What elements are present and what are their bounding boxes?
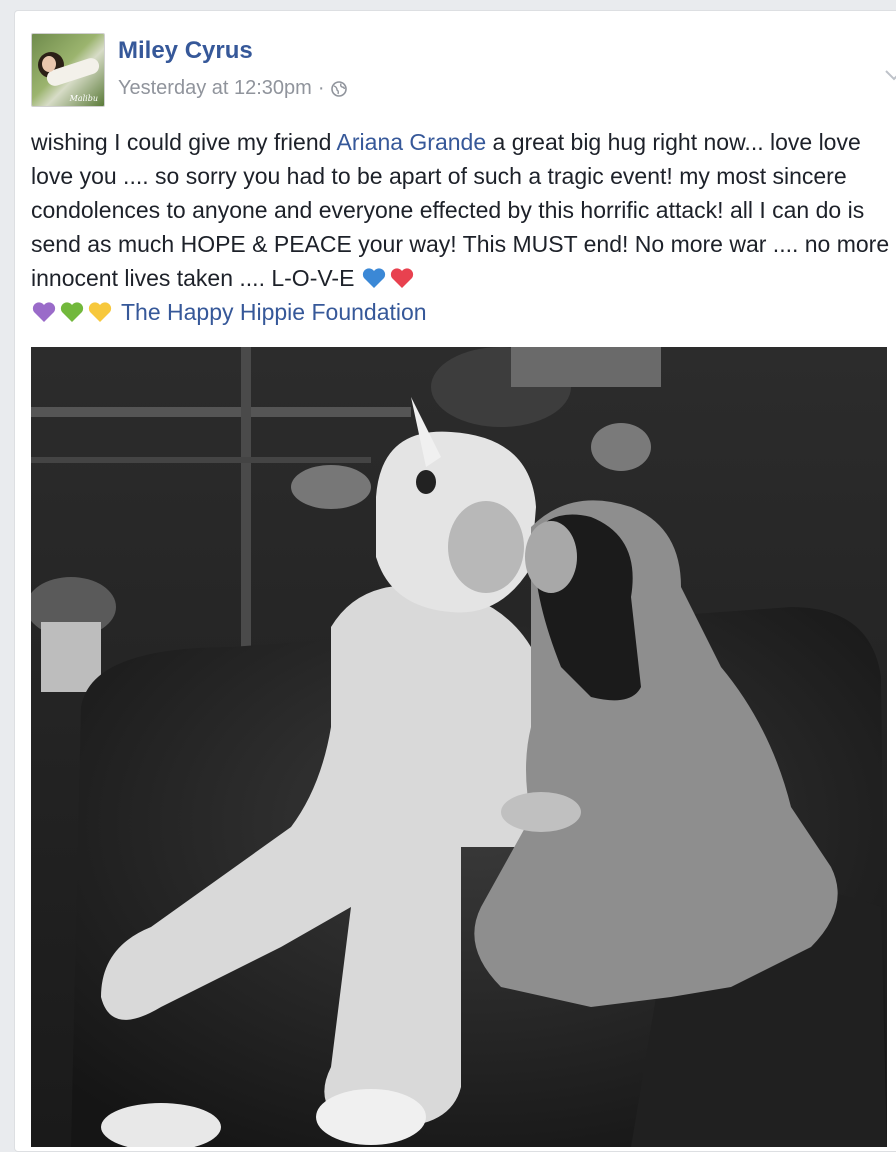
globe-icon[interactable]	[330, 80, 347, 97]
red-heart-icon	[390, 268, 413, 288]
chevron-down-icon[interactable]	[885, 69, 896, 81]
green-heart-icon	[60, 302, 84, 322]
avatar-face	[42, 56, 56, 72]
blue-heart-icon	[362, 268, 385, 288]
avatar[interactable]: Malibu	[31, 33, 105, 107]
yellow-heart-icon	[88, 302, 112, 322]
author-name[interactable]: Miley Cyrus	[118, 37, 253, 65]
post-text-part1: wishing I could give my friend	[31, 129, 337, 155]
photo-illustration	[31, 347, 887, 1147]
post-photo[interactable]	[31, 347, 887, 1147]
post-card: Malibu Miley Cyrus Yesterday at 12:30pm …	[14, 10, 896, 1152]
avatar-signature: Malibu	[69, 94, 98, 103]
mention-link[interactable]: Ariana Grande	[337, 129, 487, 155]
post-text: wishing I could give my friend Ariana Gr…	[31, 125, 896, 329]
post-header: Malibu Miley Cyrus Yesterday at 12:30pm …	[31, 33, 896, 107]
timestamp[interactable]: Yesterday at 12:30pm	[118, 77, 312, 100]
purple-heart-icon	[32, 302, 56, 322]
meta-separator: ·	[317, 77, 325, 99]
page-link[interactable]: The Happy Hippie Foundation	[121, 299, 427, 325]
post-meta: Yesterday at 12:30pm ·	[118, 77, 347, 100]
